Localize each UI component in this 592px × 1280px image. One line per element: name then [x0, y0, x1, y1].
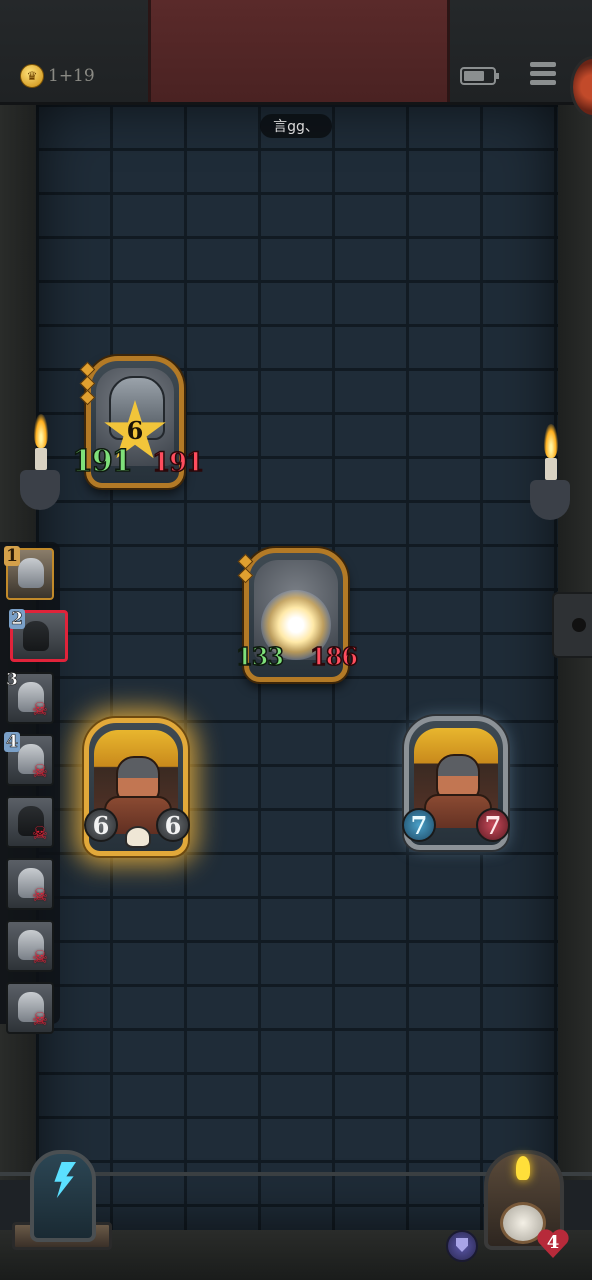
right-torch: [530, 424, 570, 524]
boss-health: 191: [151, 447, 205, 479]
shield-icon[interactable]: [446, 1230, 478, 1262]
battery-icon: [460, 67, 499, 85]
door-lock[interactable]: [552, 592, 592, 658]
turn-slot-7[interactable]: ☠: [6, 920, 54, 972]
skull-icon: [125, 826, 151, 848]
crown-coin-icon: ♛: [20, 64, 44, 88]
skull-icon: ☠: [31, 823, 49, 844]
turn-slot-1[interactable]: 1: [4, 546, 54, 600]
turn-order-panel: 1 2 3 ☠ 4 ☠ ☠ ☠ ☠ ☠: [0, 542, 68, 1034]
level-pips: [79, 361, 96, 406]
skull-icon: ☠: [31, 699, 49, 720]
curtain-banner: [148, 0, 450, 102]
gold-counter: ♛ 1+19: [20, 64, 95, 88]
lives-heart[interactable]: 4: [536, 1226, 570, 1260]
player-warrior-health: 6: [156, 808, 190, 842]
enemy-warrior-health: 7: [476, 808, 510, 842]
skull-icon: ☠: [31, 761, 49, 782]
flame-icon: [544, 424, 558, 458]
skull-icon: ☠: [31, 1009, 49, 1030]
turn-slot-4[interactable]: 4 ☠: [4, 732, 54, 786]
gold-amount: 1+19: [48, 66, 95, 86]
turn-slot-6[interactable]: ☠: [6, 858, 54, 910]
player-warrior-attack: 6: [84, 808, 118, 842]
orb-attack: 133: [235, 641, 285, 672]
skull-icon: ☠: [31, 885, 49, 906]
bulb-icon: [516, 1156, 530, 1180]
lives-count: 4: [546, 1232, 560, 1253]
flame-icon: [34, 414, 48, 448]
enemy-warrior-attack: 7: [402, 808, 436, 842]
left-torch: [20, 414, 60, 514]
boss-level: 6: [126, 416, 144, 445]
level-pips: [237, 553, 254, 584]
turn-slot-2[interactable]: 2: [9, 609, 68, 662]
player-name-label: 言gg、: [260, 114, 332, 138]
turn-slot-8[interactable]: ☠: [6, 982, 54, 1034]
turn-slot-5[interactable]: ☠: [6, 796, 54, 848]
turn-slot-3[interactable]: 3 ☠: [6, 670, 54, 724]
lightning-lantern-button[interactable]: [8, 1142, 118, 1254]
skull-icon: ☠: [31, 947, 49, 968]
menu-icon[interactable]: [530, 62, 556, 86]
orb-health: 186: [309, 641, 359, 672]
boss-attack: 191: [71, 443, 133, 480]
